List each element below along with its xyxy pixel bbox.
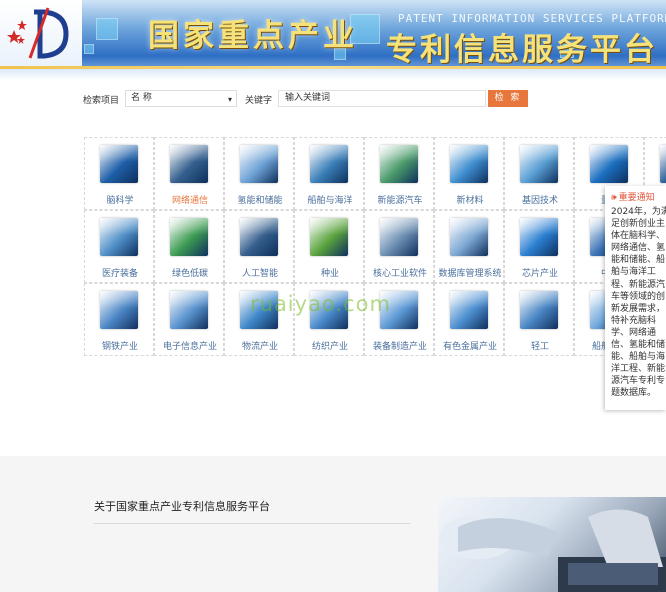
category-item[interactable]: 人工智能 — [224, 210, 294, 283]
category-item[interactable]: 船舶与海洋 — [294, 137, 364, 210]
partial-icon — [660, 145, 666, 183]
category-label: 核心工业软件 — [372, 269, 427, 279]
keyword-input[interactable]: 输入关键词 — [278, 90, 486, 107]
category-label: 船舶与海洋 — [307, 196, 353, 206]
category-label: 网络通信 — [171, 196, 208, 206]
seedling-icon — [310, 218, 348, 256]
category-label: 基因技术 — [521, 196, 558, 206]
category-item[interactable]: 种业 — [294, 210, 364, 283]
notice-body: 2024年，为满足创新创业主体在脑科学、网络通信、氢能和储能、船舶与海洋工程、新… — [611, 207, 666, 399]
category-label: 装备制造产业 — [372, 342, 427, 352]
search-field-value: 名 称 — [131, 93, 152, 103]
quantum-icon — [590, 145, 628, 183]
category-item[interactable]: 基因技术 — [504, 137, 574, 210]
category-label: 纺织产业 — [311, 342, 348, 352]
category-item[interactable]: 钢铁产业 — [84, 283, 154, 356]
category-label: 轻工 — [530, 342, 549, 352]
speaker-icon: 🕪 — [611, 193, 617, 203]
category-item[interactable]: 网络通信 — [154, 137, 224, 210]
notice-title: 🕪 重要通知 — [611, 190, 655, 203]
notice-title-text: 重要通知 — [618, 193, 655, 203]
keyword-label: 关键字 — [245, 96, 273, 106]
category-item[interactable]: 脑科学 — [84, 137, 154, 210]
search-field-select[interactable]: 名 称 ▾ — [125, 90, 237, 107]
green-globe-icon — [170, 218, 208, 256]
category-item[interactable]: 数据库管理系统 — [434, 210, 504, 283]
logo[interactable] — [0, 0, 82, 66]
category-label: 电子信息产业 — [162, 342, 217, 352]
category-item[interactable]: 新材料 — [434, 137, 504, 210]
category-item[interactable]: 氢能和储能 — [224, 137, 294, 210]
industrial-software-icon — [380, 218, 418, 256]
about-section: 关于国家重点产业专利信息服务平台 — [0, 456, 666, 592]
about-image — [438, 497, 666, 592]
search-button[interactable]: 检 索 — [488, 90, 528, 107]
steel-icon — [100, 291, 138, 329]
category-item[interactable]: 核心工业软件 — [364, 210, 434, 283]
laptop-hands-image — [440, 509, 666, 592]
category-grid: 脑科学网络通信氢能和储能船舶与海洋新能源汽车新材料基因技术量子医疗装备绿色低碳人… — [84, 137, 666, 428]
medical-equipment-icon — [100, 218, 138, 256]
search-field-label: 检索项目 — [83, 96, 120, 106]
banner-title: 国家重点产业 — [148, 18, 358, 54]
ship-icon — [310, 145, 348, 183]
search-bar: 检索项目 名 称 ▾ 关键字 输入关键词 检 索 — [83, 90, 543, 108]
electronics-icon — [170, 291, 208, 329]
category-item[interactable]: 绿色低碳 — [154, 210, 224, 283]
notice-panel: 🕪 重要通知 2024年，为满足创新创业主体在脑科学、网络通信、氢能和储能、船舶与… — [605, 186, 666, 410]
watermark: ruaiyao.com — [250, 292, 391, 316]
chip-icon — [520, 218, 558, 256]
category-label: 钢铁产业 — [101, 342, 138, 352]
category-label: 氢能和储能 — [237, 196, 283, 206]
category-item[interactable]: 新能源汽车 — [364, 137, 434, 210]
dna-icon — [520, 145, 558, 183]
patent-office-logo-icon — [7, 7, 69, 59]
network-icon — [170, 145, 208, 183]
chevron-down-icon: ▾ — [227, 95, 232, 104]
banner-subtitle: 专利信息服务平台 — [386, 32, 658, 68]
category-item[interactable]: 有色金属产业 — [434, 283, 504, 356]
material-icon — [450, 145, 488, 183]
header-banner: 国家重点产业 PATENT INFORMATION SERVICES PLATF… — [0, 0, 666, 80]
category-label: 脑科学 — [106, 196, 134, 206]
database-icon — [450, 218, 488, 256]
category-label: 芯片产业 — [521, 269, 558, 279]
ai-icon — [240, 218, 278, 256]
category-label: 新能源汽车 — [377, 196, 423, 206]
hydrogen-tank-icon — [240, 145, 278, 183]
category-label: 人工智能 — [241, 269, 278, 279]
category-label: 有色金属产业 — [442, 342, 497, 352]
category-label: 种业 — [320, 269, 339, 279]
about-title: 关于国家重点产业专利信息服务平台 — [94, 500, 270, 513]
category-label: 数据库管理系统 — [438, 269, 502, 279]
category-label: 医疗装备 — [101, 269, 138, 279]
category-item[interactable]: 芯片产业 — [504, 210, 574, 283]
category-label: 绿色低碳 — [171, 269, 208, 279]
brain-icon — [100, 145, 138, 183]
category-item[interactable]: 医疗装备 — [84, 210, 154, 283]
divider — [94, 523, 410, 524]
category-label: 物流产业 — [241, 342, 278, 352]
category-item[interactable]: 电子信息产业 — [154, 283, 224, 356]
light-industry-icon — [520, 291, 558, 329]
category-label: 新材料 — [456, 196, 484, 206]
ev-charging-icon — [380, 145, 418, 183]
metal-icon — [450, 291, 488, 329]
category-item[interactable]: 轻工 — [504, 283, 574, 356]
